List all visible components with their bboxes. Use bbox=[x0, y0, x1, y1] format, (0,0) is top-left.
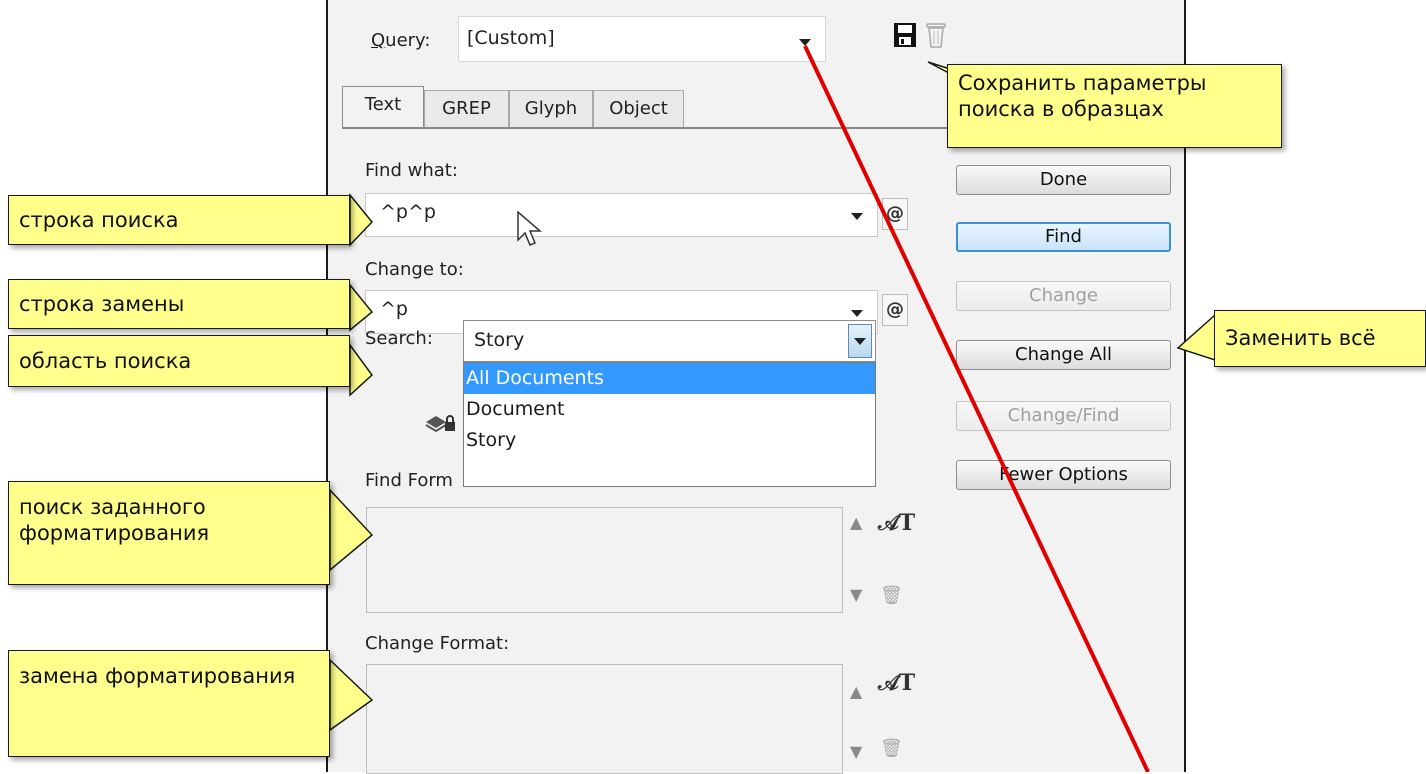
callout-change-string: строка замены bbox=[8, 279, 350, 329]
callout-change-format: замена форматирования bbox=[8, 650, 330, 757]
callout-save-query: Сохранить параметры поиска в образцах bbox=[947, 64, 1282, 148]
callout-search-scope: область поиска bbox=[8, 335, 350, 387]
callout-find-format: поиск заданного форматирования bbox=[8, 481, 330, 585]
annotation-line bbox=[803, 45, 1150, 772]
callout-change-all: Заменить всё bbox=[1214, 310, 1426, 367]
callout-find-string: строка поиска bbox=[8, 195, 350, 245]
